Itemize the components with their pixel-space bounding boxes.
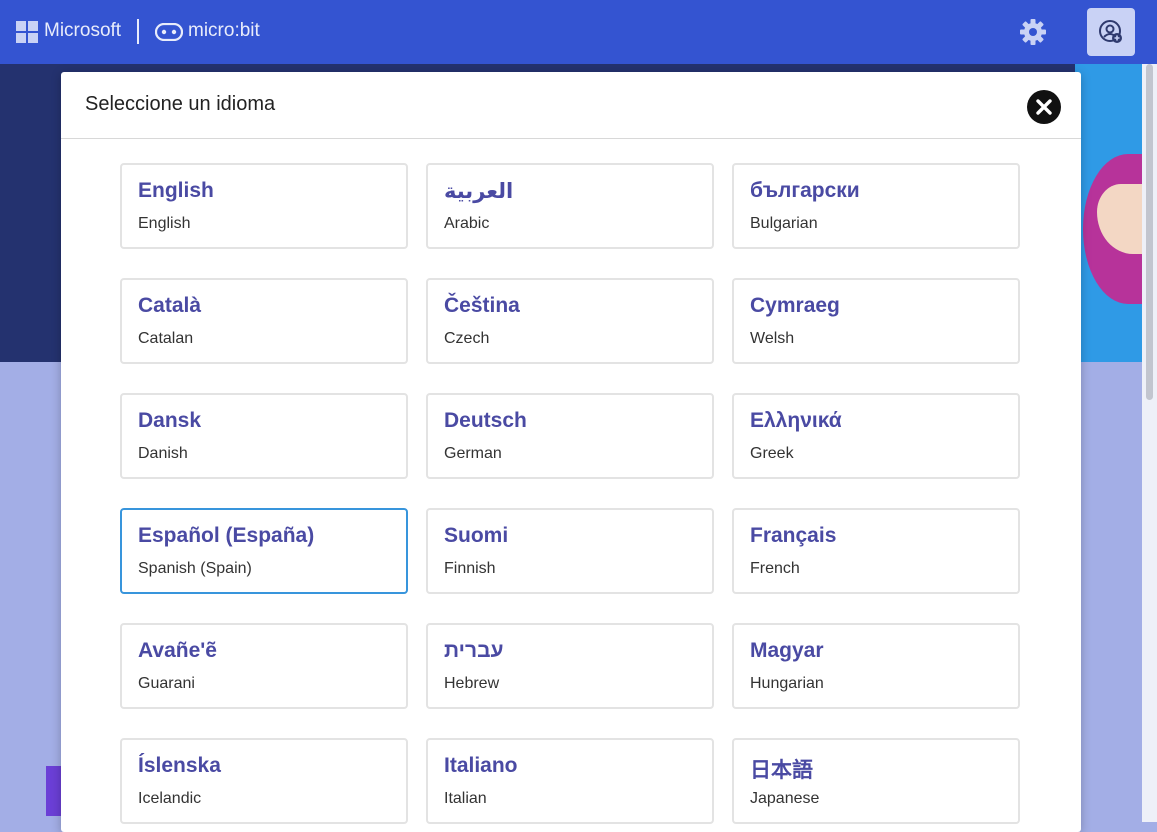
language-english-name: French — [750, 560, 800, 577]
language-card-arabic[interactable]: العربية Arabic — [426, 163, 714, 249]
language-grid: English English العربية Arabic български… — [120, 163, 1022, 824]
language-english-name: Icelandic — [138, 790, 202, 807]
language-card-catalan[interactable]: Català Catalan — [120, 278, 408, 364]
language-native-name: English — [138, 179, 214, 202]
language-native-name: Italiano — [444, 754, 518, 777]
language-card-greek[interactable]: Ελληνικά Greek — [732, 393, 1020, 479]
language-english-name: Japanese — [750, 790, 820, 807]
language-english-name: Bulgarian — [750, 215, 818, 232]
language-card-bulgarian[interactable]: български Bulgarian — [732, 163, 1020, 249]
close-button[interactable] — [1027, 90, 1061, 124]
language-native-name: Español (España) — [138, 524, 315, 547]
language-english-name: Finnish — [444, 560, 496, 577]
language-card-icelandic[interactable]: Íslenska Icelandic — [120, 738, 408, 824]
language-english-name: English — [138, 215, 191, 232]
language-card-welsh[interactable]: Cymraeg Welsh — [732, 278, 1020, 364]
language-native-name: Dansk — [138, 409, 202, 432]
language-native-name: Avañe'ẽ — [138, 639, 217, 662]
top-header: Microsoft micro:bit — [0, 0, 1157, 64]
page-scrollbar-thumb[interactable] — [1146, 64, 1153, 400]
close-icon — [1036, 99, 1052, 115]
hero-illustration — [1075, 64, 1142, 362]
language-dialog: Seleccione un idioma English English الع… — [61, 72, 1081, 832]
gear-icon[interactable] — [1018, 17, 1048, 47]
language-card-czech[interactable]: Čeština Czech — [426, 278, 714, 364]
language-card-japanese[interactable]: 日本語 Japanese — [732, 738, 1020, 824]
language-native-name: Català — [138, 294, 202, 317]
language-english-name: Danish — [138, 445, 188, 462]
language-card-hungarian[interactable]: Magyar Hungarian — [732, 623, 1020, 709]
microsoft-logo-icon[interactable] — [16, 21, 38, 43]
microbit-label[interactable]: micro:bit — [188, 20, 260, 42]
user-account-button[interactable] — [1087, 8, 1135, 56]
dialog-title: Seleccione un idioma — [85, 93, 276, 115]
language-native-name: العربية — [444, 180, 514, 203]
microsoft-label[interactable]: Microsoft — [44, 20, 121, 42]
language-card-italian[interactable]: Italiano Italian — [426, 738, 714, 824]
microbit-logo-icon[interactable] — [155, 23, 183, 41]
language-english-name: Welsh — [750, 330, 795, 347]
language-native-name: български — [750, 179, 860, 202]
user-icon — [1099, 20, 1122, 43]
language-card-guarani[interactable]: Avañe'ẽ Guarani — [120, 623, 408, 709]
language-card-english[interactable]: English English — [120, 163, 408, 249]
language-english-name: Hungarian — [750, 675, 824, 692]
language-native-name: Français — [750, 524, 837, 547]
brand-divider — [137, 19, 139, 44]
language-card-hebrew[interactable]: עברית Hebrew — [426, 623, 714, 709]
language-native-name: Čeština — [444, 294, 520, 317]
language-native-name: Ελληνικά — [750, 409, 842, 432]
language-english-name: Czech — [444, 330, 490, 347]
language-card-german[interactable]: Deutsch German — [426, 393, 714, 479]
language-card-spanish-spain[interactable]: Español (España) Spanish (Spain) — [120, 508, 408, 594]
language-native-name: Íslenska — [138, 754, 221, 777]
language-native-name: Suomi — [444, 524, 509, 547]
language-native-name: עברית — [444, 639, 504, 662]
language-english-name: German — [444, 445, 502, 462]
language-english-name: Spanish (Spain) — [138, 560, 252, 577]
language-english-name: Hebrew — [444, 675, 500, 692]
language-english-name: Guarani — [138, 675, 195, 692]
dialog-header: Seleccione un idioma — [61, 72, 1081, 139]
language-native-name: Cymraeg — [750, 294, 840, 317]
language-card-finnish[interactable]: Suomi Finnish — [426, 508, 714, 594]
language-english-name: Italian — [444, 790, 487, 807]
language-card-danish[interactable]: Dansk Danish — [120, 393, 408, 479]
language-english-name: Catalan — [138, 330, 194, 347]
language-english-name: Greek — [750, 445, 794, 462]
language-card-french[interactable]: Français French — [732, 508, 1020, 594]
language-native-name: Magyar — [750, 639, 824, 662]
language-native-name: Deutsch — [444, 409, 527, 432]
language-native-name: 日本語 — [750, 759, 813, 782]
language-english-name: Arabic — [444, 215, 490, 232]
